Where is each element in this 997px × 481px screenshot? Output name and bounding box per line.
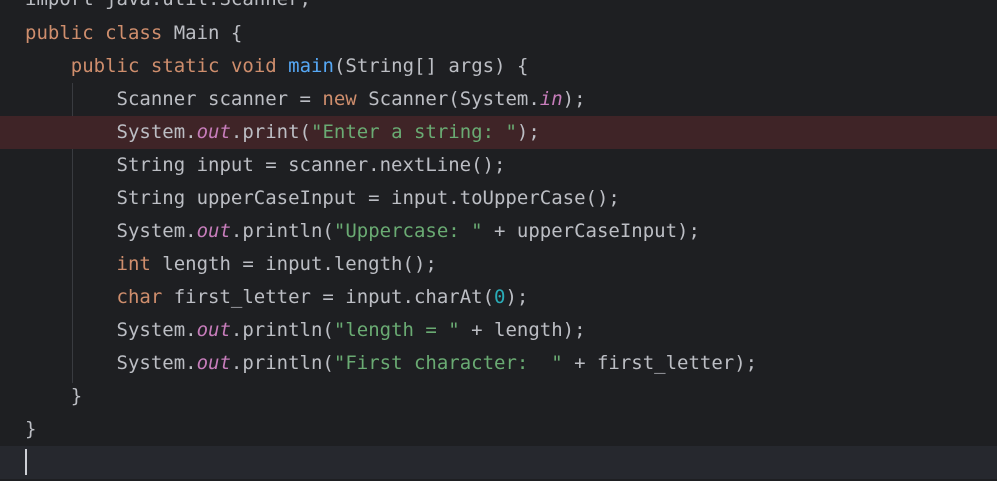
- code-token: );: [505, 286, 529, 308]
- code-token: .print(: [230, 121, 311, 143]
- code-line[interactable]: Scanner scanner = new Scanner(System.in)…: [0, 83, 997, 116]
- code-token: Scanner scanner =: [25, 88, 323, 110]
- code-line[interactable]: System.out.println("Uppercase: " + upper…: [0, 215, 997, 248]
- code-token: out: [196, 121, 231, 143]
- code-token: System.: [25, 121, 197, 143]
- code-token: String upperCaseInput = input.toUpperCas…: [25, 187, 620, 209]
- code-token: );: [516, 121, 540, 143]
- code-token: first_letter = input.charAt(: [162, 286, 495, 308]
- code-token: Main {: [162, 22, 243, 44]
- code-token: 0: [494, 286, 506, 308]
- code-line-text: System.out.print("Enter a string: ");: [25, 116, 540, 149]
- code-token: }: [25, 385, 83, 407]
- code-token: .println(: [230, 220, 334, 242]
- code-line[interactable]: String input = scanner.nextLine();: [0, 149, 997, 182]
- code-line-current[interactable]: [0, 446, 997, 479]
- code-line-text: char first_letter = input.charAt(0);: [25, 281, 529, 314]
- code-line-text: Scanner scanner = new Scanner(System.in)…: [25, 83, 586, 116]
- code-line-text: int length = input.length();: [25, 248, 437, 281]
- code-token: out: [196, 319, 231, 341]
- code-token: + length);: [459, 319, 586, 341]
- code-editor[interactable]: import java.util.Scanner; public class M…: [0, 0, 997, 481]
- code-line-breakpoint[interactable]: System.out.print("Enter a string: ");: [0, 116, 997, 149]
- code-line-text: System.out.println("Uppercase: " + upper…: [25, 215, 700, 248]
- code-token: new: [322, 88, 357, 110]
- code-line[interactable]: public class Main {: [0, 17, 997, 50]
- code-line-text: System.out.println("First character: " +…: [25, 347, 758, 380]
- code-line-text: }: [25, 380, 82, 413]
- code-token: + upperCaseInput);: [482, 220, 700, 242]
- code-line[interactable]: char first_letter = input.charAt(0);: [0, 281, 997, 314]
- code-token: out: [196, 220, 231, 242]
- code-line[interactable]: }: [0, 380, 997, 413]
- code-token: static: [150, 55, 220, 77]
- code-line[interactable]: public static void main(String[] args) {: [0, 50, 997, 83]
- code-line-text: System.out.println("length = " + length)…: [25, 314, 586, 347]
- code-token: + first_letter);: [562, 352, 758, 374]
- code-token: int: [116, 253, 151, 275]
- code-token: in: [539, 88, 563, 110]
- code-token: public: [25, 22, 94, 44]
- code-token: class: [105, 22, 163, 44]
- code-line-text: String input = scanner.nextLine();: [25, 149, 506, 182]
- code-token: );: [562, 88, 586, 110]
- code-line[interactable]: System.out.println("length = " + length)…: [0, 314, 997, 347]
- code-token: .println(: [230, 319, 334, 341]
- code-token: void: [230, 55, 277, 77]
- code-line[interactable]: System.out.println("First character: " +…: [0, 347, 997, 380]
- code-token: "Enter a string: ": [311, 121, 517, 143]
- code-line[interactable]: int length = input.length();: [0, 248, 997, 281]
- code-token: System.: [25, 352, 197, 374]
- code-token: System.: [25, 319, 197, 341]
- code-line-text: String upperCaseInput = input.toUpperCas…: [25, 182, 620, 215]
- code-token: length = input.length();: [150, 253, 437, 275]
- code-token: public: [70, 55, 140, 77]
- code-token: "length = ": [333, 319, 460, 341]
- code-token: }: [25, 418, 37, 440]
- code-token: main: [288, 55, 334, 77]
- code-line[interactable]: }: [0, 413, 997, 446]
- code-line-text: import java.util.Scanner;: [25, 0, 311, 16]
- code-token: Scanner(System.: [356, 88, 540, 110]
- code-token: System.: [25, 220, 197, 242]
- code-token: String input = scanner.nextLine();: [25, 154, 506, 176]
- code-token: import java.util.Scanner;: [25, 0, 311, 10]
- code-line[interactable]: String upperCaseInput = input.toUpperCas…: [0, 182, 997, 215]
- code-token: "First character: ": [333, 352, 563, 374]
- code-line-text: public class Main {: [25, 17, 242, 50]
- code-token: char: [116, 286, 163, 308]
- text-caret: [25, 449, 27, 475]
- code-line[interactable]: import java.util.Scanner;: [0, 0, 997, 16]
- code-token: .println(: [230, 352, 334, 374]
- code-token: out: [196, 352, 231, 374]
- code-token: "Uppercase: ": [333, 220, 483, 242]
- code-token: (String[] args) {: [333, 55, 529, 77]
- code-line-text: }: [25, 413, 36, 446]
- code-line-text: public static void main(String[] args) {: [25, 50, 529, 83]
